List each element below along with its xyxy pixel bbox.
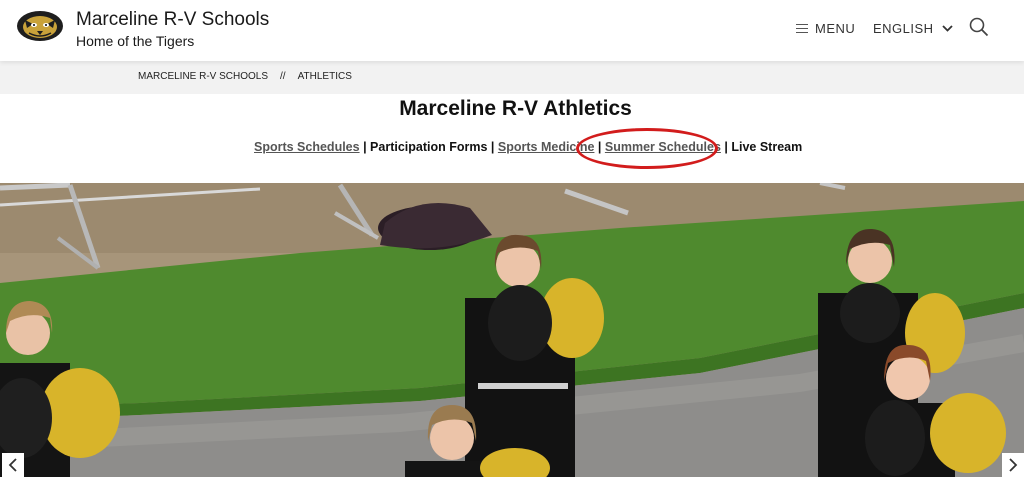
chevron-left-icon: [8, 458, 17, 472]
sports-schedules-link[interactable]: Sports Schedules: [254, 140, 360, 154]
breadcrumb-separator: //: [280, 71, 286, 82]
language-selector[interactable]: ENGLISH: [873, 19, 953, 37]
hamburger-icon: [796, 23, 808, 33]
menu-label: MENU: [815, 20, 856, 36]
link-separator: |: [720, 140, 732, 154]
carousel-next-button[interactable]: [1002, 453, 1024, 477]
hero-image: [0, 183, 1024, 477]
carousel-prev-button[interactable]: [2, 453, 24, 477]
breadcrumb-bar: MARCELINE R-V SCHOOLS // ATHLETICS: [0, 61, 1024, 94]
site-header: Marceline R-V Schools Home of the Tigers…: [0, 0, 1024, 61]
site-subtitle: Home of the Tigers: [76, 33, 195, 49]
chevron-down-icon: [941, 24, 953, 32]
link-separator: |: [594, 140, 605, 154]
tiger-logo-icon[interactable]: [15, 8, 65, 44]
breadcrumb-athletics[interactable]: ATHLETICS: [298, 71, 352, 82]
live-stream-text: Live Stream: [731, 140, 803, 154]
cheerleaders-photo: [0, 183, 1024, 477]
site-title[interactable]: Marceline R-V Schools: [76, 9, 269, 31]
link-separator: |: [359, 140, 371, 154]
chevron-right-icon: [1009, 458, 1018, 472]
language-label: ENGLISH: [873, 20, 934, 36]
page-title: Marceline R-V Athletics: [399, 97, 632, 120]
athletics-links: Sports Schedules | Participation Forms |…: [254, 140, 802, 154]
participation-forms-text: Participation Forms: [370, 140, 488, 154]
breadcrumb-home[interactable]: MARCELINE R-V SCHOOLS: [138, 71, 268, 82]
link-separator: |: [487, 140, 498, 154]
sports-medicine-link[interactable]: Sports Medicine: [498, 140, 595, 154]
menu-button[interactable]: MENU: [796, 19, 855, 37]
search-icon[interactable]: [968, 16, 990, 38]
summer-schedules-link[interactable]: Summer Schedules: [605, 140, 721, 154]
breadcrumb: MARCELINE R-V SCHOOLS // ATHLETICS: [138, 71, 352, 82]
